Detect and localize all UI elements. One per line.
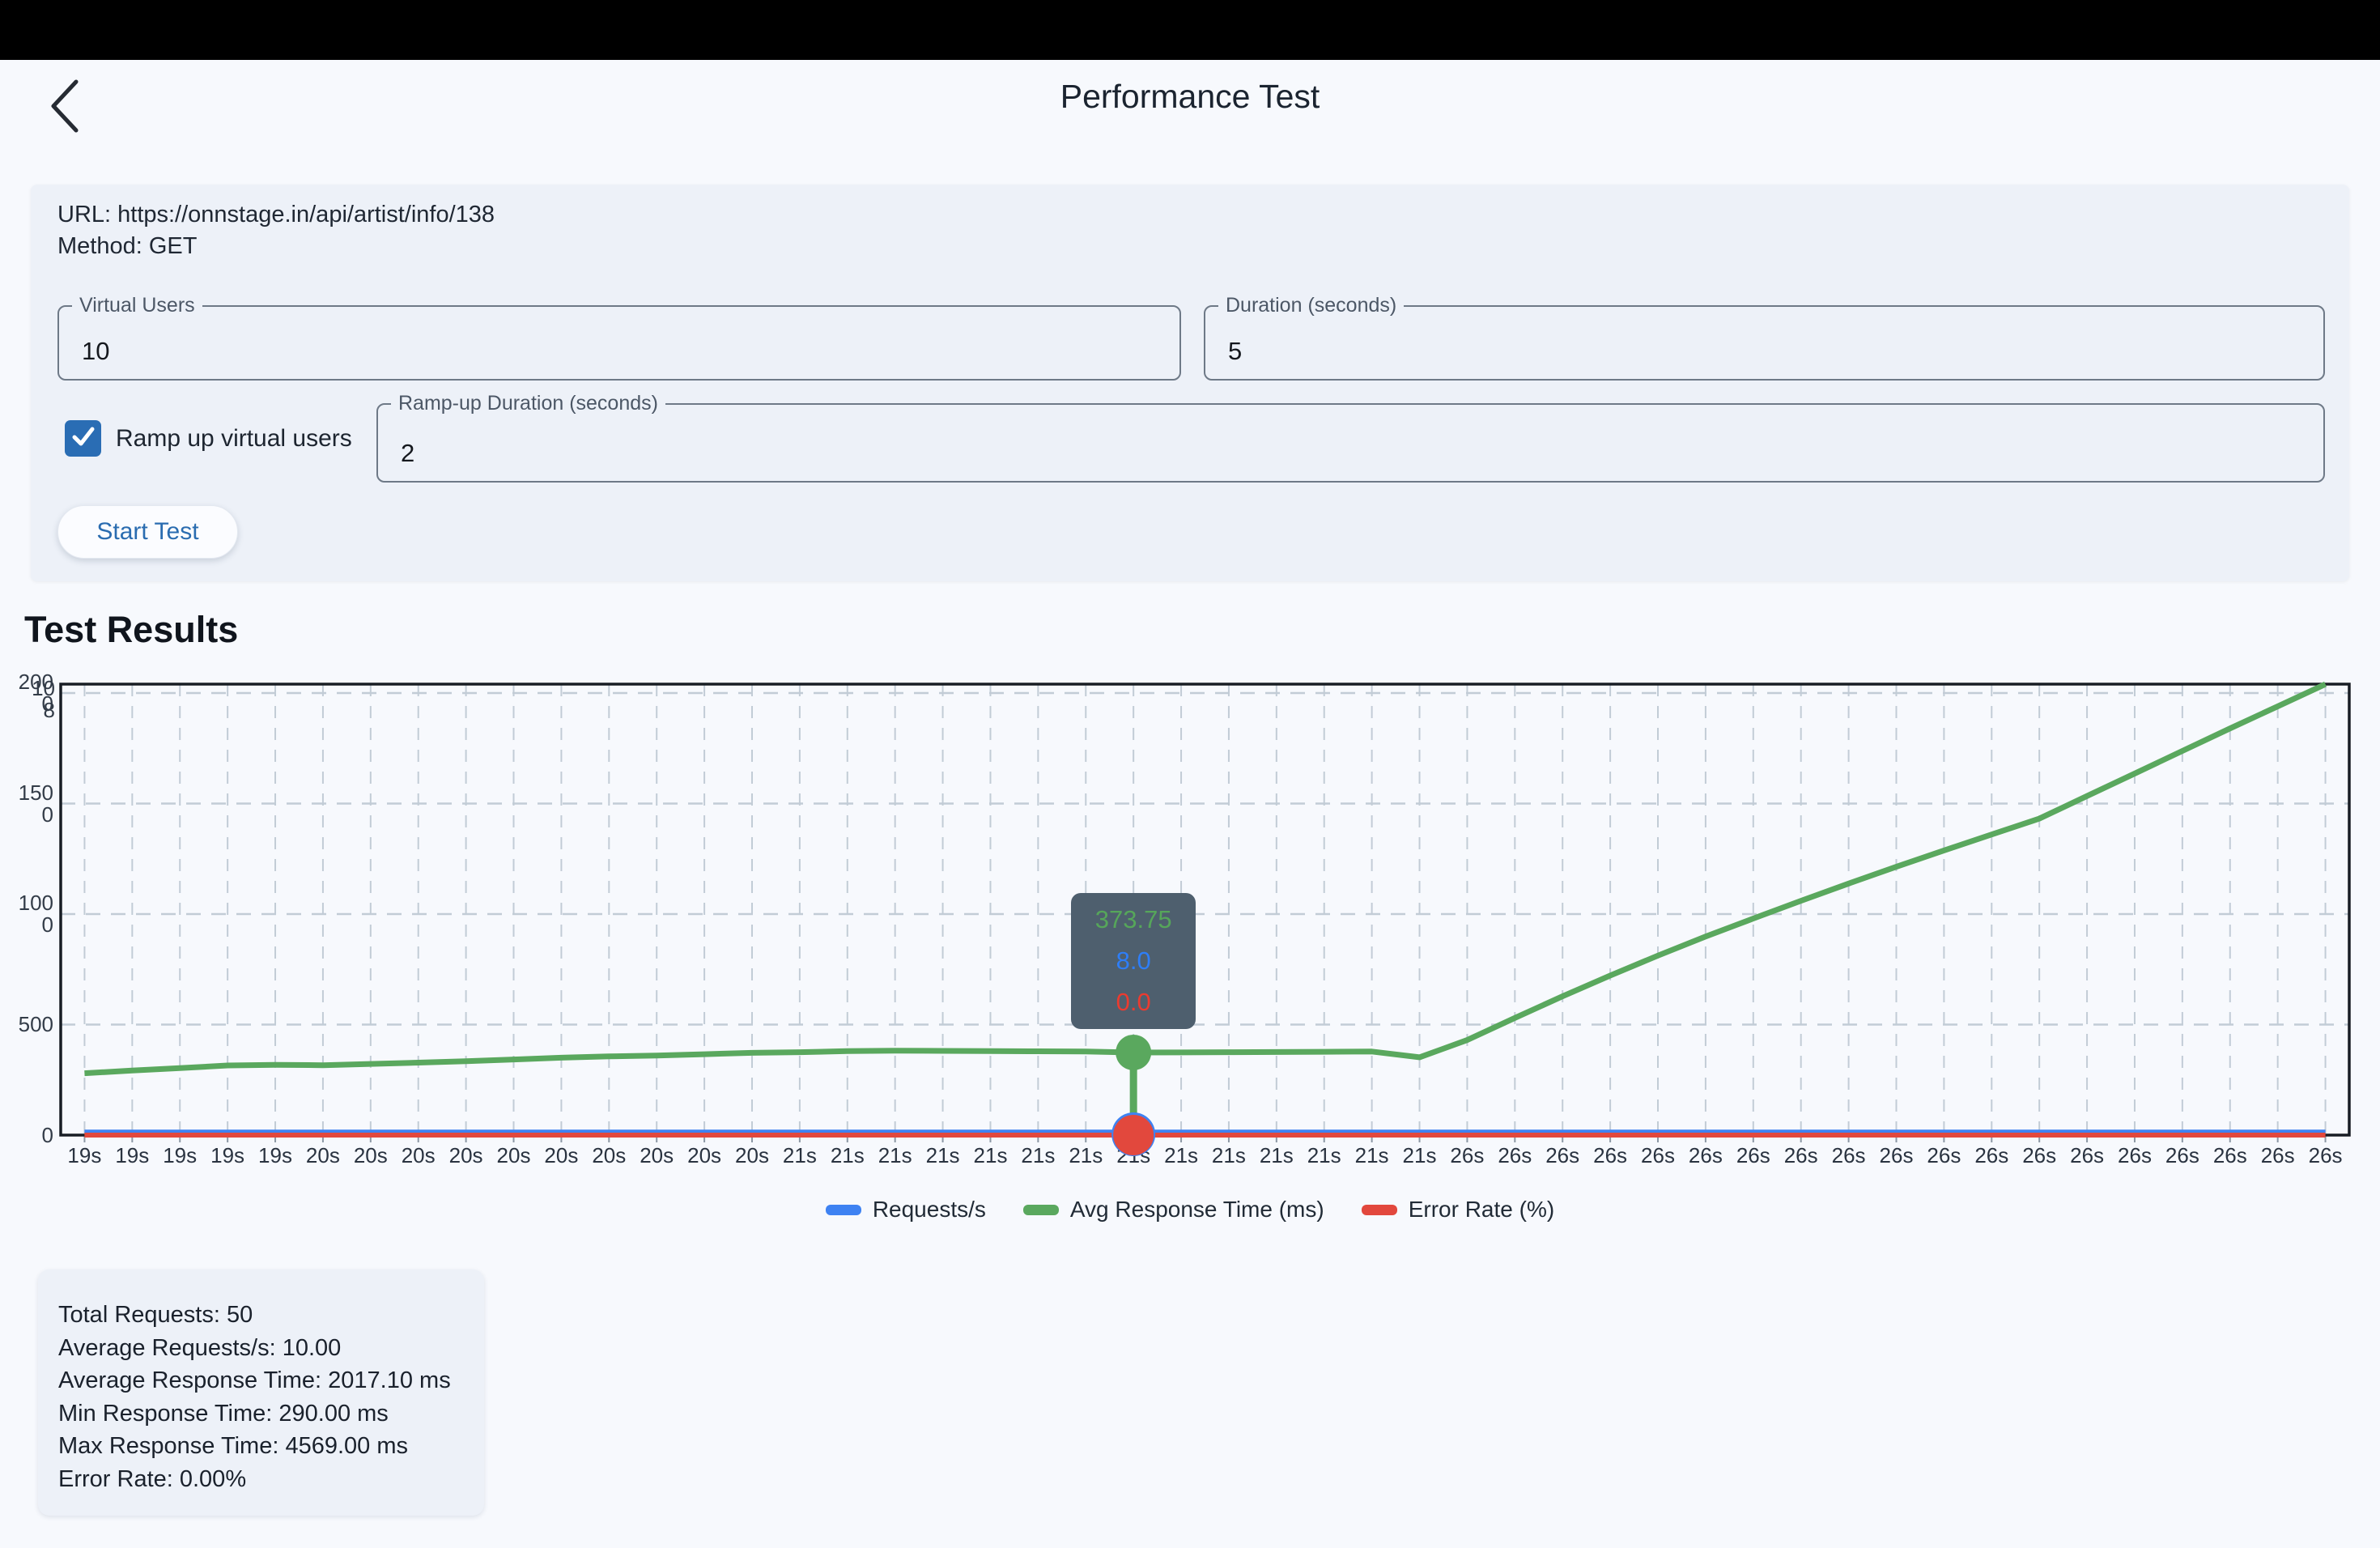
legend-swatch [1023, 1205, 1059, 1215]
virtual-users-value[interactable]: 10 [82, 337, 109, 366]
y-tick-overlap-label: 10 8 [2, 678, 55, 721]
legend-item-2[interactable]: Error Rate (%) [1362, 1197, 1554, 1223]
x-tick-label: 21s [823, 1143, 872, 1168]
x-tick-label: 20s [299, 1143, 347, 1168]
start-test-button[interactable]: Start Test [57, 505, 238, 559]
legend-label: Error Rate (%) [1409, 1197, 1554, 1223]
summary-line: Total Requests: 50 [58, 1299, 451, 1332]
x-tick-label: 19s [108, 1143, 156, 1168]
x-tick-label: 20s [394, 1143, 443, 1168]
x-tick-label: 26s [1443, 1143, 1491, 1168]
results-chart[interactable]: 19s19s19s19s19s20s20s20s20s20s20s20s20s2… [0, 672, 2380, 1190]
x-tick-label: 26s [2110, 1143, 2159, 1168]
x-tick-label: 20s [442, 1143, 491, 1168]
app-window: Performance Test URL: https://onnstage.i… [0, 0, 2380, 1548]
x-tick-label: 21s [919, 1143, 967, 1168]
x-tick-label: 19s [155, 1143, 204, 1168]
x-tick-label: 21s [967, 1143, 1015, 1168]
ramp-up-row: Ramp up virtual users [65, 420, 352, 457]
x-tick-label: 26s [2158, 1143, 2207, 1168]
x-tick-label: 21s [871, 1143, 920, 1168]
x-tick-label: 20s [680, 1143, 729, 1168]
legend-item-1[interactable]: Avg Response Time (ms) [1023, 1197, 1324, 1223]
chart-legend: Requests/s Avg Response Time (ms) Error … [0, 1197, 2380, 1223]
virtual-users-field[interactable]: Virtual Users 10 [57, 296, 1181, 381]
virtual-users-label: Virtual Users [72, 296, 202, 316]
ramp-up-checkbox[interactable] [65, 420, 101, 457]
ramp-up-duration-label: Ramp-up Duration (seconds) [391, 393, 665, 414]
legend-swatch [1362, 1205, 1397, 1215]
duration-field[interactable]: Duration (seconds) 5 [1204, 296, 2325, 381]
url-text: URL: https://onnstage.in/api/artist/info… [57, 199, 495, 231]
y-tick-label: 0 [0, 1125, 53, 1146]
x-tick-label: 19s [251, 1143, 300, 1168]
legend-label: Avg Response Time (ms) [1070, 1197, 1324, 1223]
x-tick-label: 26s [1681, 1143, 1730, 1168]
x-tick-label: 26s [1538, 1143, 1587, 1168]
x-tick-label: 19s [60, 1143, 108, 1168]
x-tick-label: 26s [1872, 1143, 1921, 1168]
ramp-up-duration-value[interactable]: 2 [401, 439, 414, 468]
checkmark-icon [70, 423, 96, 453]
summary-line: Max Response Time: 4569.00 ms [58, 1430, 451, 1463]
x-tick-label: 20s [537, 1143, 585, 1168]
x-tick-label: 26s [1729, 1143, 1778, 1168]
x-tick-label: 20s [584, 1143, 633, 1168]
chart-tooltip: 373.75 8.0 0.0 [1071, 893, 1196, 1029]
legend-item-0[interactable]: Requests/s [826, 1197, 986, 1223]
x-tick-label: 26s [1825, 1143, 1873, 1168]
y-tick-label: 150 0 [0, 782, 53, 826]
x-tick-label: 26s [1586, 1143, 1634, 1168]
ramp-up-duration-field[interactable]: Ramp-up Duration (seconds) 2 [376, 393, 2325, 483]
y-tick-label: 100 0 [0, 892, 53, 936]
summary-line: Min Response Time: 290.00 ms [58, 1397, 451, 1431]
x-tick-label: 26s [2301, 1143, 2350, 1168]
tooltip-value: 0.0 [1116, 988, 1151, 1017]
x-tick-label: 21s [1252, 1143, 1301, 1168]
summary-line: Average Response Time: 2017.10 ms [58, 1364, 451, 1397]
duration-label: Duration (seconds) [1218, 296, 1404, 316]
x-tick-label: 21s [1014, 1143, 1062, 1168]
page-title: Performance Test [0, 78, 2380, 116]
x-tick-label: 26s [1919, 1143, 1968, 1168]
x-tick-label: 26s [2254, 1143, 2302, 1168]
summary-card: Total Requests: 50Average Requests/s: 10… [38, 1269, 484, 1516]
x-tick-label: 26s [2063, 1143, 2111, 1168]
test-config-panel: URL: https://onnstage.in/api/artist/info… [31, 185, 2349, 581]
x-tick-label: 21s [1205, 1143, 1253, 1168]
duration-value[interactable]: 5 [1228, 337, 1242, 366]
request-info: URL: https://onnstage.in/api/artist/info… [57, 199, 495, 262]
x-tick-label: 21s [776, 1143, 824, 1168]
x-tick-label: 21s [1348, 1143, 1396, 1168]
legend-swatch [826, 1205, 861, 1215]
legend-label: Requests/s [873, 1197, 986, 1223]
x-tick-label: 20s [490, 1143, 538, 1168]
x-tick-label: 20s [632, 1143, 681, 1168]
summary-text: Total Requests: 50Average Requests/s: 10… [58, 1299, 451, 1495]
status-bar [0, 0, 2380, 60]
summary-line: Average Requests/s: 10.00 [58, 1332, 451, 1365]
x-tick-label: 26s [1777, 1143, 1825, 1168]
x-tick-label: 26s [1634, 1143, 1682, 1168]
x-tick-label: 21s [1109, 1143, 1158, 1168]
x-tick-label: 26s [2206, 1143, 2255, 1168]
y-tick-label: 500 [0, 1014, 53, 1036]
x-tick-label: 21s [1396, 1143, 1444, 1168]
x-tick-label: 20s [728, 1143, 776, 1168]
ramp-up-checkbox-label: Ramp up virtual users [116, 425, 352, 453]
x-tick-label: 19s [203, 1143, 252, 1168]
x-tick-label: 26s [1967, 1143, 2016, 1168]
x-tick-label: 21s [1061, 1143, 1110, 1168]
x-tick-label: 21s [1157, 1143, 1205, 1168]
x-tick-label: 26s [2015, 1143, 2063, 1168]
tooltip-value: 8.0 [1116, 946, 1151, 976]
tooltip-value: 373.75 [1095, 905, 1172, 934]
results-title: Test Results [24, 609, 238, 651]
x-tick-label: 26s [1490, 1143, 1539, 1168]
method-text: Method: GET [57, 231, 495, 262]
summary-line: Error Rate: 0.00% [58, 1463, 451, 1496]
x-tick-label: 21s [1300, 1143, 1349, 1168]
x-tick-label: 20s [346, 1143, 395, 1168]
